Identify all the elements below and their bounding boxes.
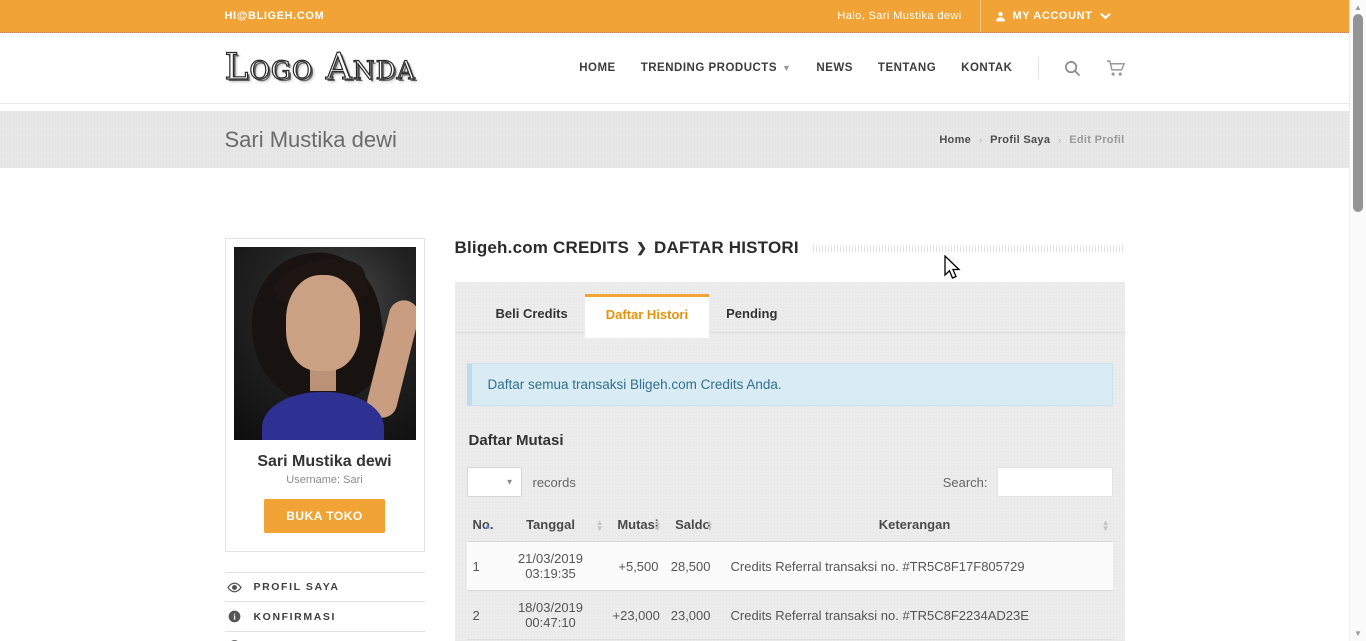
site-header: Logo Anda HOME TRENDING PRODUCTS ▼ NEWS … — [0, 33, 1349, 104]
column-header-no[interactable]: No. ▲ — [467, 512, 495, 542]
my-account-label: MY ACCOUNT — [1013, 10, 1093, 22]
nav-item-kontak[interactable]: KONTAK — [961, 62, 1012, 74]
main-nav: HOME TRENDING PRODUCTS ▼ NEWS TENTANG KO… — [579, 57, 1124, 79]
profile-username: Username: Sari — [234, 474, 416, 486]
table-row[interactable]: 2 18/03/2019 00:47:10 +23,000 23,000 Cre… — [467, 591, 1113, 640]
section-heading: Bligeh.com CREDITS ❯ DAFTAR HISTORI — [455, 238, 1125, 258]
heading-primary: Bligeh.com CREDITS — [455, 238, 630, 258]
info-message: Daftar semua transaksi Bligeh.com Credit… — [467, 363, 1113, 406]
sort-icon: ▲ — [484, 523, 492, 529]
tab-beli-credits[interactable]: Beli Credits — [479, 296, 585, 332]
records-per-page-select[interactable]: ▼ — [467, 467, 522, 497]
page: HI@BLIGEH.COM Halo, Sari Mustika dewi MY… — [0, 0, 1349, 641]
contact-email[interactable]: HI@BLIGEH.COM — [225, 0, 325, 32]
nav-item-home[interactable]: HOME — [579, 62, 616, 74]
search-label: Search: — [943, 475, 988, 490]
profile-photo — [234, 247, 416, 440]
search-input[interactable] — [997, 467, 1113, 497]
chevron-right-icon: ❯ — [636, 240, 647, 256]
breadcrumb-separator-icon: › — [979, 135, 982, 145]
sort-icon: ▲▼ — [706, 520, 714, 532]
eye-icon — [227, 582, 242, 593]
topbar: HI@BLIGEH.COM Halo, Sari Mustika dewi MY… — [0, 0, 1349, 33]
column-header-keterangan[interactable]: Keterangan ▲▼ — [717, 512, 1113, 542]
daftar-mutasi-title: Daftar Mutasi — [469, 432, 1113, 449]
profile-card: Sari Mustika dewi Username: Sari BUKA TO… — [225, 238, 425, 552]
profile-sidebar: Sari Mustika dewi Username: Sari BUKA TO… — [225, 238, 425, 641]
user-greeting: Halo, Sari Mustika dewi — [819, 0, 979, 32]
page-title: Sari Mustika dewi — [225, 127, 397, 153]
breadcrumb-current: Edit Profil — [1069, 134, 1124, 146]
credits-panel: Beli Credits Daftar Histori Pending Daft… — [455, 282, 1125, 641]
chevron-down-icon: ▼ — [506, 478, 514, 487]
user-icon — [995, 11, 1006, 22]
column-header-mutasi[interactable]: Mutasi ▲▼ — [607, 512, 665, 542]
sidebar-menu: PROFIL SAYA i KONFIRMASI R REFERRAL — [225, 572, 425, 641]
column-header-saldo[interactable]: Saldo ▲▼ — [665, 512, 717, 542]
buka-toko-button[interactable]: BUKA TOKO — [264, 499, 385, 533]
site-logo[interactable]: Logo Anda — [225, 50, 416, 86]
nav-item-tentang[interactable]: TENTANG — [878, 62, 936, 74]
main-content: Bligeh.com CREDITS ❯ DAFTAR HISTORI Beli… — [455, 238, 1125, 641]
tab-daftar-histori[interactable]: Daftar Histori — [585, 294, 709, 338]
scrollbar-thumb[interactable] — [1353, 14, 1363, 212]
sidebar-item-referral[interactable]: R REFERRAL — [225, 631, 425, 641]
my-account-menu[interactable]: MY ACCOUNT — [980, 0, 1125, 32]
sidebar-item-konfirmasi[interactable]: i KONFIRMASI — [225, 601, 425, 631]
sidebar-item-profil-saya[interactable]: PROFIL SAYA — [225, 572, 425, 601]
breadcrumb-separator-icon: › — [1058, 135, 1061, 145]
heading-decorative-line — [813, 245, 1125, 252]
vertical-scrollbar[interactable]: ▲ ▼ — [1349, 0, 1366, 641]
table-row[interactable]: 1 21/03/2019 03:19:35 +5,500 28,500 Cred… — [467, 542, 1113, 591]
table-header-row: No. ▲ Tanggal ▲▼ Mutasi ▲▼ — [467, 512, 1113, 542]
info-icon: i — [227, 610, 242, 623]
column-header-tanggal[interactable]: Tanggal ▲▼ — [495, 512, 607, 542]
breadcrumb-home[interactable]: Home — [939, 134, 971, 146]
search-icon[interactable] — [1064, 60, 1081, 77]
chevron-down-icon: ▼ — [782, 63, 791, 73]
sort-icon: ▲▼ — [1102, 520, 1110, 532]
chevron-down-icon — [1100, 12, 1111, 20]
sort-icon: ▲▼ — [596, 520, 604, 532]
breadcrumb: Home › Profil Saya › Edit Profil — [939, 134, 1124, 146]
cart-icon[interactable] — [1106, 60, 1125, 77]
mutasi-table: No. ▲ Tanggal ▲▼ Mutasi ▲▼ — [467, 512, 1113, 640]
tab-strip: Beli Credits Daftar Histori Pending — [455, 282, 1125, 333]
tab-pending[interactable]: Pending — [709, 296, 794, 332]
profile-name: Sari Mustika dewi — [234, 453, 416, 471]
nav-divider — [1038, 57, 1039, 79]
page-banner: Sari Mustika dewi Home › Profil Saya › E… — [0, 111, 1349, 168]
records-label: records — [533, 475, 576, 490]
scroll-down-icon[interactable]: ▼ — [1350, 629, 1366, 638]
scroll-up-icon[interactable]: ▲ — [1350, 3, 1366, 12]
heading-secondary: DAFTAR HISTORI — [654, 238, 799, 258]
nav-item-news[interactable]: NEWS — [816, 62, 853, 74]
table-controls: ▼ records Search: — [467, 467, 1113, 497]
sort-icon: ▲▼ — [654, 520, 662, 532]
nav-item-trending-products[interactable]: TRENDING PRODUCTS ▼ — [641, 62, 792, 74]
breadcrumb-profil-saya[interactable]: Profil Saya — [990, 134, 1050, 146]
